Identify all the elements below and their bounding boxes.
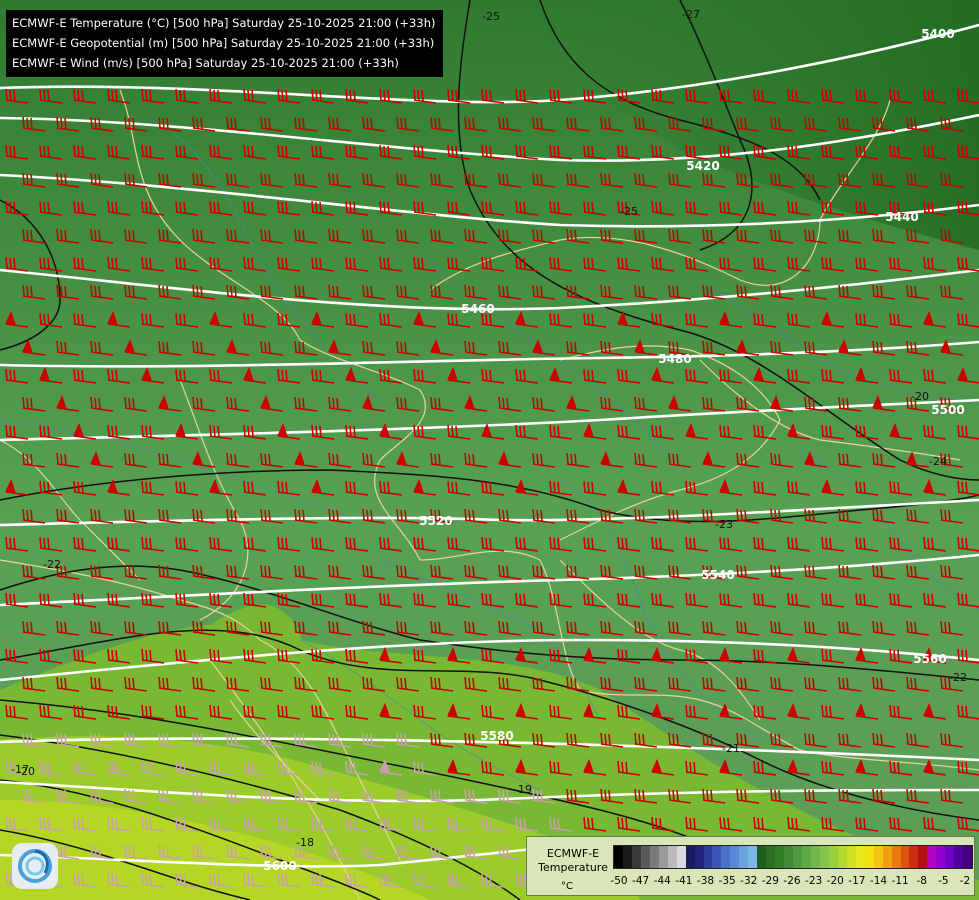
- legend-tick: -32: [740, 875, 758, 887]
- legend-swatch: [882, 846, 892, 868]
- temperature-label: -25: [482, 10, 500, 23]
- geopotential-label: 5420: [686, 159, 719, 173]
- geopotential-label: 5600: [263, 859, 296, 873]
- legend-swatch: [864, 846, 874, 868]
- geopotential-label: 5520: [419, 514, 452, 528]
- legend-tick: -50: [610, 875, 628, 887]
- temperature-label: -22: [43, 558, 61, 571]
- geopotential-label: 5580: [480, 729, 513, 743]
- legend-tick: -23: [805, 875, 823, 887]
- legend-tick: -2: [959, 875, 971, 887]
- legend-swatch: [739, 846, 749, 868]
- legend-tick: -20: [826, 875, 844, 887]
- legend-ticks: -50 -47 -44 -41 -38 -35 -32 -29 -26 -23 -20 -17 -14-…: [610, 875, 971, 889]
- map-title-box: ECMWF-E Temperature (°C) [500 hPa] Satur…: [6, 10, 444, 77]
- legend-swatch: [855, 846, 865, 868]
- legend-swatch: [918, 846, 928, 868]
- legend-swatch: [775, 846, 785, 868]
- geopotential-label: 5480: [658, 352, 691, 366]
- legend-swatch: [685, 846, 695, 868]
- geopotential-label: 5440: [885, 210, 918, 224]
- legend-unit: °C: [561, 881, 573, 892]
- legend-swatch: [828, 846, 838, 868]
- legend-swatch: [614, 846, 623, 868]
- legend-swatch: [730, 846, 740, 868]
- legend-title-line1: ECMWF-E: [546, 847, 600, 860]
- geopotential-label: 5540: [701, 568, 734, 582]
- temperature-legend: ECMWF-E Temperature °C -50 -47 -44 -41 -38 -3…: [526, 836, 975, 896]
- legend-swatch: [945, 846, 955, 868]
- temperature-label: -21: [722, 742, 740, 755]
- temperature-label: -22: [949, 671, 967, 684]
- legend-swatch: [640, 846, 650, 868]
- legend-swatch: [658, 846, 668, 868]
- legend-swatch: [757, 846, 767, 868]
- legend-swatch: [819, 846, 829, 868]
- legend-tick: -38: [696, 875, 715, 887]
- legend-tick: -26: [783, 875, 801, 887]
- legend-swatch: [703, 846, 713, 868]
- temperature-label: -23: [715, 518, 733, 531]
- legend-tick: -5: [938, 875, 949, 887]
- legend-tick: -17: [848, 875, 866, 887]
- legend-tick: -41: [675, 875, 693, 887]
- title-temperature: ECMWF-E Temperature (°C) [500 hPa] Satur…: [12, 16, 436, 30]
- legend-swatch: [667, 846, 677, 868]
- legend-swatch: [793, 846, 803, 868]
- legend-swatch: [676, 846, 686, 868]
- legend-swatch: [802, 846, 811, 868]
- legend-swatch: [649, 846, 659, 868]
- legend-swatch: [954, 846, 964, 868]
- legend-swatch: [622, 846, 632, 868]
- legend-tick: -35: [718, 875, 736, 887]
- geopotential-label: 5560: [913, 652, 946, 666]
- temperature-label: -27: [682, 8, 700, 21]
- legend-tick: -47: [632, 875, 650, 887]
- legend-swatch: [963, 846, 973, 868]
- legend-tick: -44: [653, 875, 671, 887]
- legend-swatch: [631, 846, 641, 868]
- legend-color-bar: [613, 845, 973, 869]
- legend-title: ECMWF-E Temperature: [535, 847, 611, 875]
- geopotential-label: 5400: [921, 27, 954, 41]
- geopotential-label: 5460: [461, 302, 494, 316]
- legend-swatch: [927, 846, 937, 868]
- title-geopotential: ECMWF-E Geopotential (m) [500 hPa] Satur…: [12, 36, 435, 50]
- title-wind: ECMWF-E Wind (m/s) [500 hPa] Saturday 25…: [12, 56, 399, 70]
- temperature-label: -19: [514, 783, 532, 796]
- legend-swatch: [837, 846, 847, 868]
- legend-swatch: [846, 846, 856, 868]
- geopotential-label: 5500: [931, 403, 964, 417]
- temperature-label: -18: [296, 836, 314, 849]
- legend-title-line2: Temperature: [538, 861, 608, 874]
- legend-swatch: [891, 846, 901, 868]
- legend-tick: -14: [869, 875, 888, 887]
- legend-swatch: [694, 846, 704, 868]
- logo-icon: [12, 843, 58, 889]
- legend-swatch: [721, 846, 731, 868]
- legend-swatch: [936, 846, 946, 868]
- legend-swatch: [810, 846, 820, 868]
- legend-swatch: [784, 846, 794, 868]
- temperature-label: -17: [11, 763, 29, 776]
- weather-map: 5400 5420 5440 5460 5480 5500 5520 5540 5560 5580…: [0, 0, 979, 900]
- legend-swatch: [766, 846, 776, 868]
- temperature-label: -25: [620, 205, 638, 218]
- temperature-label: -20: [911, 390, 929, 403]
- legend-tick: -29: [761, 875, 779, 887]
- legend-swatch: [748, 846, 758, 868]
- legend-swatch: [712, 846, 722, 868]
- legend-swatch: [909, 846, 919, 868]
- legend-tick: -8: [916, 875, 927, 887]
- legend-swatch: [873, 846, 883, 868]
- temperature-label: -24: [929, 455, 947, 468]
- legend-swatch: [900, 846, 910, 868]
- legend-tick: -11: [891, 875, 909, 887]
